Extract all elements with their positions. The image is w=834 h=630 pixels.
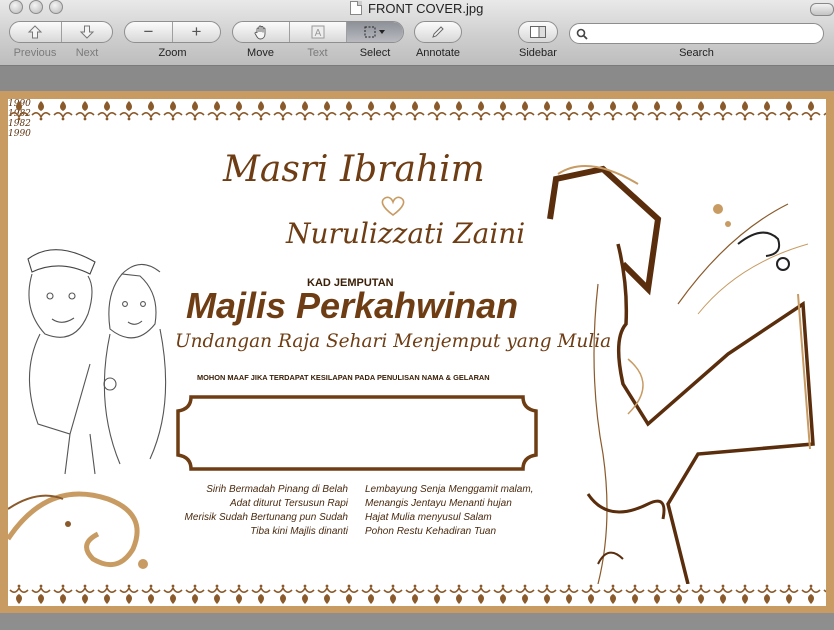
bride-name: Nurulizzati Zaini	[286, 217, 526, 250]
window-toolbar: FRONT COVER.jpg Previous Next − + Zoom A	[0, 0, 834, 66]
minimize-window-button[interactable]	[29, 0, 43, 14]
select-tool-button[interactable]	[346, 22, 403, 42]
poem-left-line: Tiba kini Majlis dinanti	[250, 526, 348, 537]
zoom-label: Zoom	[158, 47, 187, 59]
arrow-up-icon	[28, 25, 43, 39]
name-correction-notice: MOHON MAAF JIKA TERDAPAT KESILAPAN PADA …	[197, 373, 490, 382]
poem-right-line: Hajat Mulia menyusul Salam	[365, 512, 492, 523]
zoom-out-button[interactable]: −	[125, 22, 172, 42]
search-field[interactable]	[569, 23, 824, 44]
sidebar-control	[518, 21, 558, 43]
poem-left-line: Adat diturut Tersusun Rapi	[229, 498, 348, 509]
annotate-button[interactable]	[415, 22, 461, 42]
move-label: Move	[247, 47, 274, 59]
bottom-ornamental-border	[8, 584, 826, 606]
poem-left-line: Merisik Sudah Bertunang pun Sudah	[184, 512, 348, 523]
groom-name: Masri Ibrahim	[223, 149, 485, 190]
text-tool-button[interactable]: A	[289, 22, 346, 42]
top-ornamental-border	[8, 99, 826, 121]
text-tool-icon: A	[311, 25, 325, 39]
zoom-window-button[interactable]	[49, 0, 63, 14]
heart-icon	[381, 196, 405, 216]
toolbar-toggle-button[interactable]	[810, 3, 834, 16]
plus-icon: +	[191, 22, 202, 41]
annotate-control	[414, 21, 462, 43]
main-title: Majlis Perkahwinan	[186, 285, 519, 326]
move-tool-button[interactable]	[233, 22, 289, 42]
select-label: Select	[359, 47, 391, 59]
selection-marquee-icon	[364, 26, 385, 38]
invitation-card-image: 1990 1982	[0, 91, 834, 614]
invitation-subtitle: Undangan Raja Sehari Menjemput yang Muli…	[175, 331, 612, 352]
tool-mode-control: A	[232, 21, 404, 43]
poem-right: Lembayung Senja Menggamit malam, Menangi…	[365, 483, 545, 539]
minus-icon: −	[143, 22, 154, 41]
annotate-label: Annotate	[415, 47, 461, 59]
poem-right-line: Lembayung Senja Menggamit malam,	[365, 484, 534, 495]
document-canvas[interactable]: 1990 1982	[0, 66, 834, 630]
invitation-card-content: 1990 1982	[8, 99, 826, 606]
document-icon	[350, 1, 362, 15]
window-title-area: FRONT COVER.jpg	[350, 0, 483, 16]
close-window-button[interactable]	[9, 0, 23, 14]
arrow-down-icon	[79, 25, 94, 39]
sidebar-label: Sidebar	[519, 47, 557, 59]
sidebar-button[interactable]	[519, 22, 557, 42]
poem-right-line: Menangis Jentayu Menanti hujan	[365, 498, 512, 509]
window-title: FRONT COVER.jpg	[368, 0, 484, 16]
pencil-icon	[432, 26, 444, 38]
poem-left-line: Sirih Bermadah Pinang di Belah	[206, 484, 348, 495]
traditional-dancer-illustration	[547, 165, 815, 584]
poem-left: Sirih Bermadah Pinang di Belah Adat ditu…	[183, 483, 348, 539]
search-label: Search	[679, 47, 714, 59]
search-input[interactable]	[592, 26, 821, 43]
zoom-in-button[interactable]: +	[172, 22, 220, 42]
previous-button[interactable]	[10, 22, 61, 42]
previous-next-control	[9, 21, 113, 43]
hand-icon	[254, 25, 266, 40]
svg-text:A: A	[315, 28, 322, 39]
search-icon	[576, 28, 588, 40]
sidebar-icon	[530, 26, 546, 38]
text-label: Text	[307, 47, 328, 59]
previous-label: Previous	[13, 47, 57, 59]
poem-right-line: Pohon Restu Kehadiran Tuan	[365, 526, 497, 537]
zoom-control: − +	[124, 21, 221, 43]
bottom-left-swirl-ornament	[8, 491, 148, 569]
couple-caricature-illustration	[27, 249, 167, 475]
guest-name-frame	[176, 395, 538, 471]
next-button[interactable]	[60, 22, 113, 42]
next-label: Next	[75, 47, 99, 59]
window-bottom-bar	[0, 613, 834, 630]
